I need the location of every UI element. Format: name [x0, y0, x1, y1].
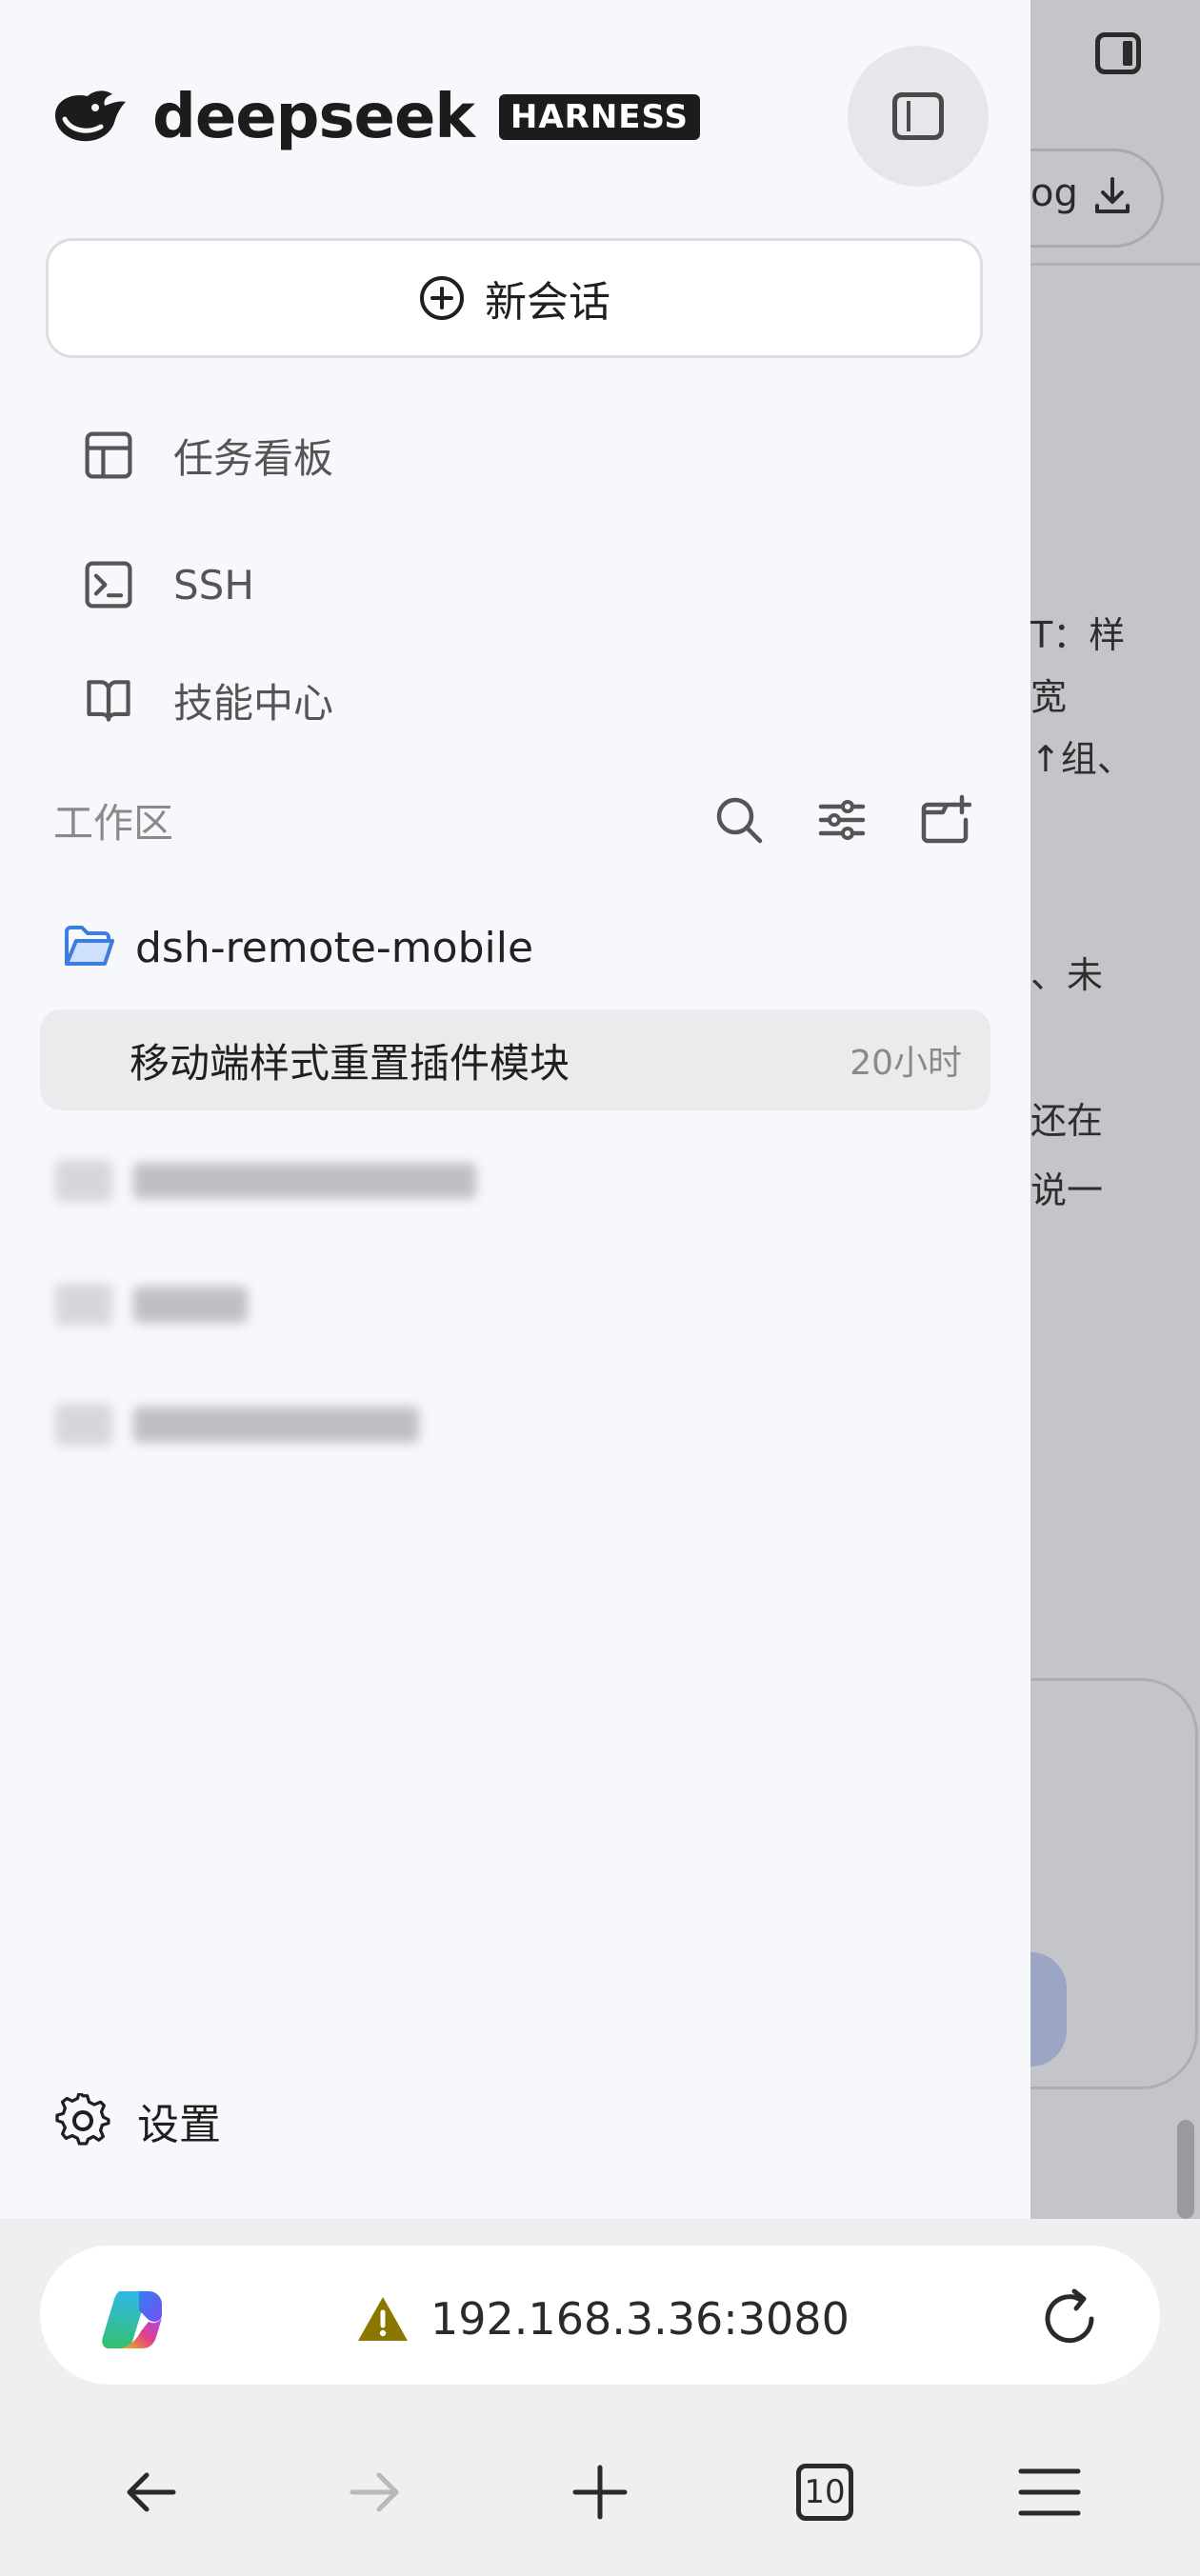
- new-tab-button[interactable]: [557, 2449, 643, 2535]
- tabs-button[interactable]: 10: [782, 2449, 868, 2535]
- nav-item-label: SSH: [173, 561, 254, 609]
- redacted-workspace-item[interactable]: [55, 1396, 419, 1453]
- folder-open-icon: [65, 926, 114, 966]
- nav-item-skills-center[interactable]: 技能中心: [80, 662, 333, 738]
- folder-icon: [55, 1284, 112, 1326]
- download-icon: [1095, 177, 1130, 213]
- header-divider: [1030, 263, 1200, 266]
- scrollbar-thumb[interactable]: [1177, 2120, 1194, 2219]
- browser-toolbar: 10: [0, 2440, 1200, 2545]
- sidebar-toggle-icon: [892, 92, 944, 140]
- arrow-right-icon: [350, 2472, 399, 2512]
- folder-name: dsh-remote-mobile: [135, 923, 534, 972]
- whale-logo-icon: [55, 90, 126, 142]
- reload-icon[interactable]: [1036, 2286, 1103, 2352]
- hamburger-menu-icon: [1018, 2468, 1081, 2516]
- brand-badge: HARNESS: [498, 93, 700, 141]
- back-button[interactable]: [108, 2449, 193, 2535]
- background-page: og T：样 宽 ↑组、 、未 还在 说一: [1030, 0, 1200, 2219]
- message-fragment: 说一: [1030, 1169, 1104, 1211]
- search-icon[interactable]: [712, 793, 766, 847]
- folder-icon: [55, 1404, 112, 1446]
- address-bar[interactable]: 192.168.3.36:3080: [40, 2246, 1160, 2385]
- plus-icon: [572, 2465, 628, 2520]
- url-text[interactable]: 192.168.3.36:3080: [430, 2289, 850, 2348]
- redacted-workspace-item[interactable]: [55, 1276, 248, 1333]
- folder-icon: [55, 1160, 112, 1202]
- settings-label: 设置: [137, 2101, 221, 2149]
- session-item-active[interactable]: 移动端样式重置插件模块 20小时: [40, 1009, 990, 1110]
- add-folder-icon[interactable]: [918, 793, 971, 847]
- copilot-icon[interactable]: [95, 2286, 166, 2354]
- workspace-folder[interactable]: dsh-remote-mobile: [63, 914, 533, 981]
- download-log-label: og: [1030, 171, 1078, 215]
- arrow-left-icon: [127, 2472, 176, 2512]
- sidebar-drawer: deepseek HARNESS 新会话 任务看板 SSH 技能中心 工作区 d…: [0, 0, 1030, 2219]
- session-time: 20小时: [850, 1044, 962, 1083]
- new-chat-button[interactable]: 新会话: [46, 238, 983, 358]
- message-fragment: 还在: [1030, 1100, 1104, 1142]
- redacted-workspace-item[interactable]: [55, 1152, 476, 1209]
- book-open-icon: [80, 671, 137, 729]
- plus-circle-icon: [420, 276, 464, 320]
- terminal-icon: [80, 556, 137, 613]
- workspace-title: 工作区: [53, 799, 174, 847]
- message-fragment: 宽: [1030, 676, 1068, 718]
- message-fragment: T：样: [1030, 614, 1126, 656]
- send-button[interactable]: [1030, 1952, 1067, 2067]
- layout-board-icon: [80, 427, 137, 484]
- browser-chrome: 192.168.3.36:3080 10: [0, 2219, 1200, 2576]
- warning-icon[interactable]: [356, 2295, 410, 2343]
- nav-item-label: 任务看板: [173, 434, 334, 482]
- brand-wordmark: deepseek: [152, 82, 475, 152]
- collapse-sidebar-button[interactable]: [848, 46, 989, 187]
- panel-toggle-icon[interactable]: [1095, 32, 1141, 74]
- settings-button[interactable]: 设置: [55, 2087, 221, 2154]
- gear-icon: [55, 2093, 110, 2146]
- nav-item-label: 技能中心: [173, 679, 334, 727]
- tab-count: 10: [796, 2464, 853, 2521]
- message-fragment: 、未: [1030, 954, 1104, 996]
- forward-button[interactable]: [332, 2449, 418, 2535]
- brand-logo: deepseek HARNESS: [50, 84, 700, 150]
- message-fragment: ↑组、: [1030, 738, 1133, 780]
- session-title: 移动端样式重置插件模块: [130, 1039, 570, 1087]
- nav-item-ssh[interactable]: SSH: [80, 547, 254, 623]
- filter-sliders-icon[interactable]: [815, 793, 869, 847]
- workspace-header: 工作区: [53, 787, 987, 853]
- new-chat-label: 新会话: [485, 278, 610, 327]
- menu-button[interactable]: [1007, 2449, 1092, 2535]
- nav-item-task-board[interactable]: 任务看板: [80, 417, 333, 493]
